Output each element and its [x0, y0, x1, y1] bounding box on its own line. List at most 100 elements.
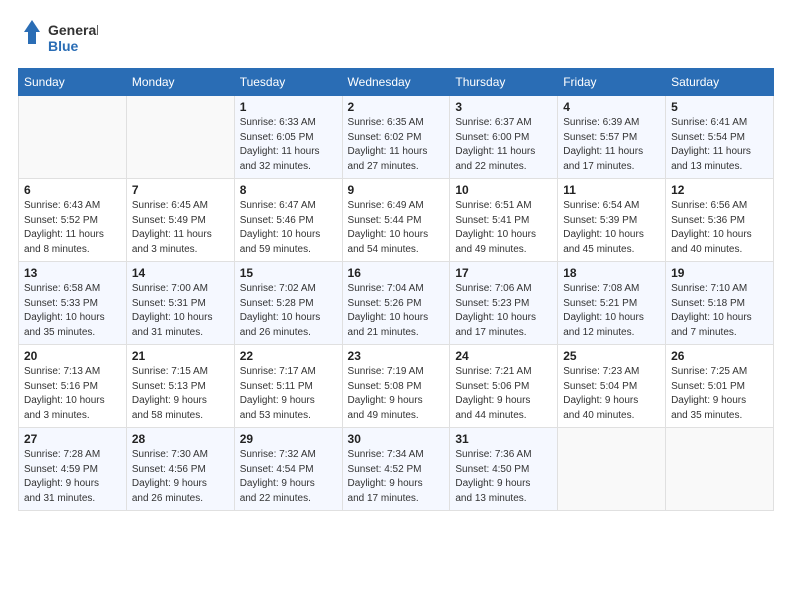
day-number: 25 — [563, 349, 660, 363]
calendar-cell — [558, 428, 666, 511]
day-info: Sunrise: 7:06 AMSunset: 5:23 PMDaylight:… — [455, 282, 552, 340]
calendar-cell: 21 Sunrise: 7:15 AMSunset: 5:13 PMDayligh… — [126, 345, 234, 428]
calendar-cell: 24 Sunrise: 7:21 AMSunset: 5:06 PMDayligh… — [450, 345, 558, 428]
day-info: Sunrise: 7:23 AMSunset: 5:04 PMDaylight:… — [563, 365, 660, 423]
day-number: 22 — [240, 349, 337, 363]
header-day: Monday — [126, 69, 234, 96]
day-number: 13 — [24, 266, 121, 280]
calendar-cell: 14Sunrise: 7:00 AMSunset: 5:31 PMDayligh… — [126, 262, 234, 345]
day-number: 19 — [671, 266, 768, 280]
calendar-cell: 17 Sunrise: 7:06 AMSunset: 5:23 PMDayligh… — [450, 262, 558, 345]
calendar-cell: 28 Sunrise: 7:30 AMSunset: 4:56 PMDayligh… — [126, 428, 234, 511]
day-number: 15 — [240, 266, 337, 280]
day-info: Sunrise: 6:45 AMSunset: 5:49 PMDaylight:… — [132, 199, 229, 257]
day-number: 2 — [348, 100, 445, 114]
svg-text:Blue: Blue — [48, 38, 79, 54]
day-info: Sunrise: 7:13 AMSunset: 5:16 PMDaylight:… — [24, 365, 121, 423]
calendar-cell: 23 Sunrise: 7:19 AMSunset: 5:08 PMDayligh… — [342, 345, 450, 428]
calendar-cell: 12Sunrise: 6:56 AMSunset: 5:36 PMDayligh… — [666, 179, 774, 262]
day-info: Sunrise: 7:04 AMSunset: 5:26 PMDaylight:… — [348, 282, 445, 340]
day-info: Sunrise: 7:00 AMSunset: 5:31 PMDaylight:… — [132, 282, 229, 340]
header-day: Tuesday — [234, 69, 342, 96]
day-info: Sunrise: 6:47 AMSunset: 5:46 PMDaylight:… — [240, 199, 337, 257]
day-number: 7 — [132, 183, 229, 197]
day-info: Sunrise: 6:43 AMSunset: 5:52 PMDaylight:… — [24, 199, 121, 257]
day-number: 28 — [132, 432, 229, 446]
calendar-cell: 11 Sunrise: 6:54 AMSunset: 5:39 PMDayligh… — [558, 179, 666, 262]
day-number: 4 — [563, 100, 660, 114]
calendar-cell: 19 Sunrise: 7:10 AMSunset: 5:18 PMDayligh… — [666, 262, 774, 345]
calendar-cell: 29Sunrise: 7:32 AMSunset: 4:54 PMDayligh… — [234, 428, 342, 511]
day-number: 10 — [455, 183, 552, 197]
header-day: Wednesday — [342, 69, 450, 96]
week-row: 13Sunrise: 6:58 AMSunset: 5:33 PMDayligh… — [19, 262, 774, 345]
calendar-cell: 5Sunrise: 6:41 AMSunset: 5:54 PMDaylight… — [666, 96, 774, 179]
header: General Blue — [18, 18, 774, 58]
logo: General Blue — [18, 18, 98, 58]
calendar-table: SundayMondayTuesdayWednesdayThursdayFrid… — [18, 68, 774, 511]
day-info: Sunrise: 6:35 AMSunset: 6:02 PMDaylight:… — [348, 116, 445, 174]
day-number: 6 — [24, 183, 121, 197]
day-info: Sunrise: 6:37 AMSunset: 6:00 PMDaylight:… — [455, 116, 552, 174]
day-info: Sunrise: 7:34 AMSunset: 4:52 PMDaylight:… — [348, 448, 445, 506]
calendar-cell: 30 Sunrise: 7:34 AMSunset: 4:52 PMDayligh… — [342, 428, 450, 511]
calendar-cell: 18 Sunrise: 7:08 AMSunset: 5:21 PMDayligh… — [558, 262, 666, 345]
day-number: 31 — [455, 432, 552, 446]
day-info: Sunrise: 6:54 AMSunset: 5:39 PMDaylight:… — [563, 199, 660, 257]
day-info: Sunrise: 7:19 AMSunset: 5:08 PMDaylight:… — [348, 365, 445, 423]
day-info: Sunrise: 7:17 AMSunset: 5:11 PMDaylight:… — [240, 365, 337, 423]
day-info: Sunrise: 7:30 AMSunset: 4:56 PMDaylight:… — [132, 448, 229, 506]
day-number: 8 — [240, 183, 337, 197]
header-row: SundayMondayTuesdayWednesdayThursdayFrid… — [19, 69, 774, 96]
calendar-cell — [126, 96, 234, 179]
calendar-cell: 7 Sunrise: 6:45 AMSunset: 5:49 PMDaylight… — [126, 179, 234, 262]
calendar-cell: 15 Sunrise: 7:02 AMSunset: 5:28 PMDayligh… — [234, 262, 342, 345]
day-number: 18 — [563, 266, 660, 280]
svg-text:General: General — [48, 22, 98, 38]
day-number: 20 — [24, 349, 121, 363]
day-number: 11 — [563, 183, 660, 197]
calendar-cell: 1 Sunrise: 6:33 AMSunset: 6:05 PMDaylight… — [234, 96, 342, 179]
day-info: Sunrise: 7:08 AMSunset: 5:21 PMDaylight:… — [563, 282, 660, 340]
day-info: Sunrise: 7:32 AMSunset: 4:54 PMDaylight:… — [240, 448, 337, 506]
calendar-cell: 10Sunrise: 6:51 AMSunset: 5:41 PMDayligh… — [450, 179, 558, 262]
day-info: Sunrise: 7:02 AMSunset: 5:28 PMDaylight:… — [240, 282, 337, 340]
day-info: Sunrise: 6:33 AMSunset: 6:05 PMDaylight:… — [240, 116, 337, 174]
calendar-cell: 13Sunrise: 6:58 AMSunset: 5:33 PMDayligh… — [19, 262, 127, 345]
calendar-cell: 8 Sunrise: 6:47 AMSunset: 5:46 PMDaylight… — [234, 179, 342, 262]
calendar-cell: 16Sunrise: 7:04 AMSunset: 5:26 PMDayligh… — [342, 262, 450, 345]
calendar-cell: 27Sunrise: 7:28 AMSunset: 4:59 PMDayligh… — [19, 428, 127, 511]
day-info: Sunrise: 7:28 AMSunset: 4:59 PMDaylight:… — [24, 448, 121, 506]
day-info: Sunrise: 7:15 AMSunset: 5:13 PMDaylight:… — [132, 365, 229, 423]
calendar-cell: 26 Sunrise: 7:25 AMSunset: 5:01 PMDayligh… — [666, 345, 774, 428]
calendar-cell: 25 Sunrise: 7:23 AMSunset: 5:04 PMDayligh… — [558, 345, 666, 428]
page: General Blue SundayMondayTuesdayWednesda… — [0, 0, 792, 612]
calendar-cell: 3Sunrise: 6:37 AMSunset: 6:00 PMDaylight… — [450, 96, 558, 179]
day-number: 12 — [671, 183, 768, 197]
day-number: 24 — [455, 349, 552, 363]
calendar-cell: 31 Sunrise: 7:36 AMSunset: 4:50 PMDayligh… — [450, 428, 558, 511]
day-number: 23 — [348, 349, 445, 363]
calendar-cell: 6 Sunrise: 6:43 AMSunset: 5:52 PMDaylight… — [19, 179, 127, 262]
day-info: Sunrise: 6:49 AMSunset: 5:44 PMDaylight:… — [348, 199, 445, 257]
day-info: Sunrise: 7:10 AMSunset: 5:18 PMDaylight:… — [671, 282, 768, 340]
day-info: Sunrise: 6:39 AMSunset: 5:57 PMDaylight:… — [563, 116, 660, 174]
day-number: 17 — [455, 266, 552, 280]
week-row: 20 Sunrise: 7:13 AMSunset: 5:16 PMDayligh… — [19, 345, 774, 428]
day-number: 1 — [240, 100, 337, 114]
header-day: Thursday — [450, 69, 558, 96]
day-number: 26 — [671, 349, 768, 363]
day-info: Sunrise: 7:21 AMSunset: 5:06 PMDaylight:… — [455, 365, 552, 423]
day-number: 21 — [132, 349, 229, 363]
week-row: 6 Sunrise: 6:43 AMSunset: 5:52 PMDaylight… — [19, 179, 774, 262]
week-row: 1 Sunrise: 6:33 AMSunset: 6:05 PMDaylight… — [19, 96, 774, 179]
day-info: Sunrise: 7:25 AMSunset: 5:01 PMDaylight:… — [671, 365, 768, 423]
day-info: Sunrise: 6:41 AMSunset: 5:54 PMDaylight:… — [671, 116, 768, 174]
calendar-cell: 9Sunrise: 6:49 AMSunset: 5:44 PMDaylight… — [342, 179, 450, 262]
calendar-cell: 20 Sunrise: 7:13 AMSunset: 5:16 PMDayligh… — [19, 345, 127, 428]
day-number: 30 — [348, 432, 445, 446]
header-day: Friday — [558, 69, 666, 96]
calendar-cell: 4 Sunrise: 6:39 AMSunset: 5:57 PMDaylight… — [558, 96, 666, 179]
day-info: Sunrise: 7:36 AMSunset: 4:50 PMDaylight:… — [455, 448, 552, 506]
calendar-cell: 22 Sunrise: 7:17 AMSunset: 5:11 PMDayligh… — [234, 345, 342, 428]
